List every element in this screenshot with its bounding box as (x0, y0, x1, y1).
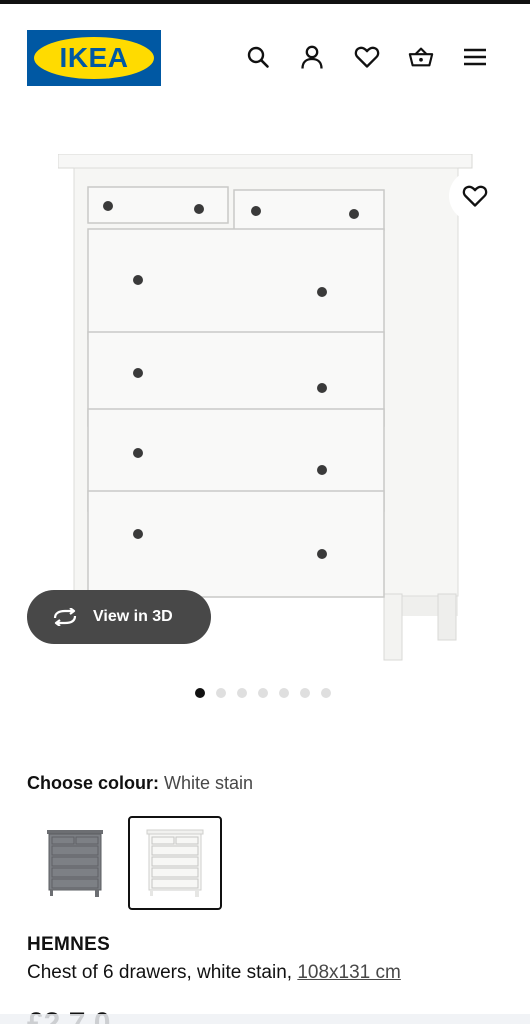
colour-swatch-grey[interactable] (28, 816, 122, 910)
account-icon[interactable] (299, 44, 325, 70)
product-description: Chest of 6 drawers, white stain, 108x131… (27, 961, 401, 985)
favourites-icon[interactable] (354, 44, 380, 70)
gallery-dot-4[interactable] (258, 688, 268, 698)
rotate-3d-icon (53, 608, 77, 626)
gallery-dot-5[interactable] (279, 688, 289, 698)
product-type: Chest of 6 drawers, white stain, (27, 962, 298, 983)
colour-chooser-label: Choose colour: White stain (27, 772, 253, 794)
grey-dresser-thumbnail (47, 830, 103, 897)
product-image[interactable] (58, 154, 474, 664)
gallery-dot-6[interactable] (300, 688, 310, 698)
gallery-dot-2[interactable] (216, 688, 226, 698)
choose-colour-label: Choose colour: (27, 773, 160, 793)
add-to-favourites-button[interactable] (449, 170, 501, 222)
gallery-dot-1[interactable] (195, 688, 205, 698)
gallery-pagination (195, 688, 331, 698)
gallery-dot-3[interactable] (237, 688, 247, 698)
heart-icon (462, 185, 488, 207)
basket-icon[interactable] (408, 44, 434, 70)
product-name: HEMNES (27, 934, 111, 955)
search-icon[interactable] (245, 44, 271, 70)
view-in-3d-button[interactable]: View in 3D (27, 590, 211, 644)
menu-icon[interactable] (462, 44, 488, 70)
view-in-3d-label: View in 3D (93, 608, 173, 625)
gallery-dot-7[interactable] (321, 688, 331, 698)
white-dresser-thumbnail (146, 829, 204, 897)
product-dimensions-link[interactable]: 108x131 cm (297, 962, 401, 983)
bottom-browser-strip (0, 1014, 530, 1024)
selected-colour: White stain (164, 773, 254, 793)
site-header: IKEA (0, 4, 530, 104)
logo-text: IKEA (59, 42, 129, 73)
colour-swatch-white-stain[interactable] (128, 816, 222, 910)
ikea-logo[interactable]: IKEA (27, 30, 161, 86)
